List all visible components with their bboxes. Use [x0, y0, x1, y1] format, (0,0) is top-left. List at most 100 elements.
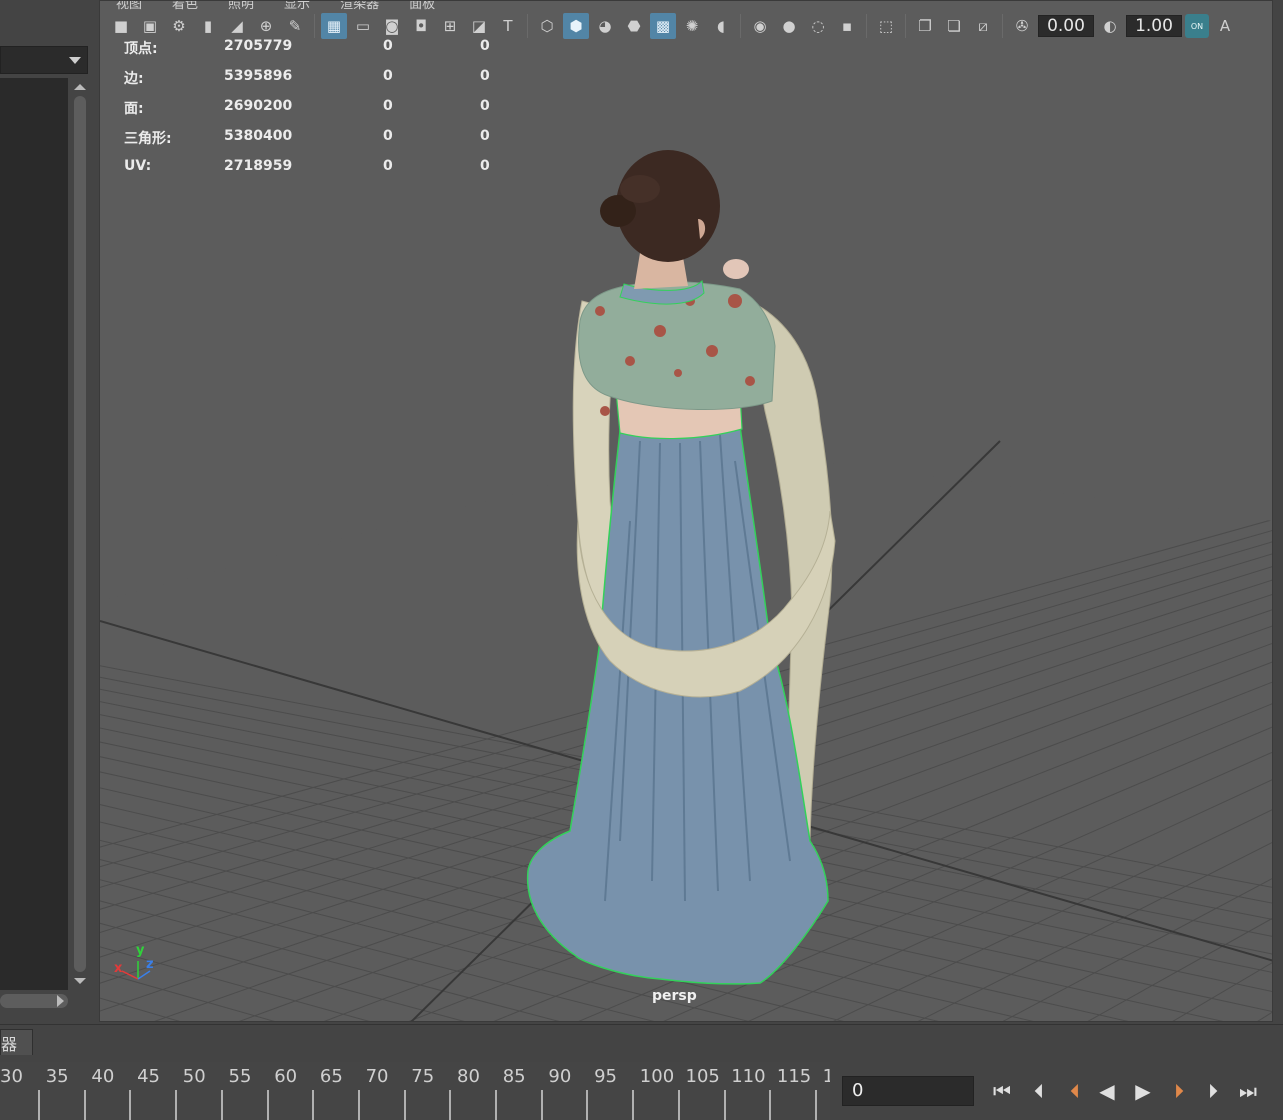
timeline-tick: [266, 1090, 269, 1120]
timeline-frame-label: 45: [137, 1066, 160, 1087]
step-forward-key-icon[interactable]: ⏵: [1164, 1076, 1194, 1106]
wireframe-on-shaded-icon[interactable]: ⬣: [621, 13, 647, 39]
hud-label: 顶点:: [124, 41, 158, 57]
left-dropdown[interactable]: [0, 46, 88, 74]
hud-value: 2705779: [224, 38, 293, 54]
scroll-down-arrow-icon[interactable]: [74, 978, 86, 984]
screen-space-ao-icon[interactable]: ◉: [747, 13, 773, 39]
xray-active-components-icon[interactable]: ❏: [941, 13, 967, 39]
time-slider[interactable]: 30 35 40 45 50 55 60 65 70 75 80 85 90 95 100 105 110 115…: [0, 1062, 863, 1120]
viewport-scene[interactable]: [100, 1, 1273, 1022]
hud-value: 0: [383, 38, 393, 54]
camera-label: persp: [652, 988, 697, 1004]
2d-pan-zoom-icon[interactable]: ⊕: [253, 13, 279, 39]
depth-of-field-icon[interactable]: ▪: [834, 13, 860, 39]
safe-title-icon[interactable]: T: [495, 13, 521, 39]
xray-joints-icon[interactable]: ⧄: [970, 13, 996, 39]
scroll-up-arrow-icon[interactable]: [74, 84, 86, 90]
timeline-tick: [175, 1090, 178, 1120]
timeline-frame-label: 90: [548, 1066, 572, 1087]
play-backwards-icon[interactable]: ◀: [1092, 1076, 1122, 1106]
hud-value: 0: [480, 98, 490, 114]
use-default-material-icon[interactable]: ◕: [592, 13, 618, 39]
image-plane-icon[interactable]: ◢: [224, 13, 250, 39]
timeline-frame-label: 65: [319, 1066, 343, 1087]
hair-bun-top: [620, 175, 660, 203]
timeline-tick: [83, 1090, 86, 1120]
vertical-scrollbar[interactable]: [72, 80, 88, 992]
anti-aliasing-icon[interactable]: ◌: [805, 13, 831, 39]
menu-show[interactable]: 显示: [284, 1, 310, 12]
timeline-tick: [357, 1090, 360, 1120]
step-forward-frame-icon[interactable]: ⏵: [1198, 1076, 1228, 1106]
step-back-key-icon[interactable]: ⏴: [1060, 1076, 1090, 1106]
toolbar-separator: [905, 14, 906, 38]
motion-blur-icon[interactable]: ●: [776, 13, 802, 39]
timeline-frame-label: 60: [274, 1066, 298, 1087]
xray-icon[interactable]: ❐: [912, 13, 938, 39]
gate-mask-icon[interactable]: ◘: [408, 13, 434, 39]
safe-action-icon[interactable]: ◪: [466, 13, 492, 39]
step-back-frame-icon[interactable]: ⏴: [1024, 1076, 1054, 1106]
timeline-tick: [814, 1090, 817, 1120]
menu-shading[interactable]: 着色: [172, 1, 198, 12]
hud-value: 0: [383, 128, 393, 144]
timeline-frame-label: 115: [776, 1066, 812, 1087]
viewport-persp[interactable]: 视图 着色 照明 显示 渲染器 面板 ■ ▣ ⚙ ▮ ◢ ⊕ ✎ ▦ ▭ ◙ ◘…: [99, 0, 1273, 1022]
hud-label: 三角形:: [124, 131, 172, 147]
shadows-icon[interactable]: ◖: [708, 13, 734, 39]
scrollbar-thumb[interactable]: [74, 96, 86, 972]
resolution-gate-icon[interactable]: ◙: [379, 13, 405, 39]
left-panel: [0, 0, 94, 1022]
gamma-icon[interactable]: ◐: [1097, 13, 1123, 39]
exposure-field[interactable]: 0.00: [1038, 15, 1094, 37]
timeline-frame-label: 75: [411, 1066, 435, 1087]
hud-value: 0: [480, 128, 490, 144]
gamma-field[interactable]: 1.00: [1126, 15, 1182, 37]
wireframe-icon[interactable]: ⬡: [534, 13, 560, 39]
timeline-tick: [312, 1090, 315, 1120]
film-gate-icon[interactable]: ▭: [350, 13, 376, 39]
menu-renderer[interactable]: 渲染器: [340, 1, 379, 12]
hud-value: 0: [383, 68, 393, 84]
lights-icon[interactable]: ✺: [679, 13, 705, 39]
camera-lock-icon[interactable]: ▣: [137, 13, 163, 39]
hud-value: 0: [383, 158, 393, 174]
timeline-tick: [769, 1090, 772, 1120]
current-frame-field[interactable]: 0: [842, 1076, 974, 1106]
hud-label: 边:: [124, 71, 144, 87]
chevron-down-icon: [69, 57, 81, 64]
timeline-frame-label: 50: [182, 1066, 206, 1087]
field-chart-icon[interactable]: ⊞: [437, 13, 463, 39]
play-forwards-icon[interactable]: ▶: [1128, 1076, 1158, 1106]
grease-pencil-icon[interactable]: ✎: [282, 13, 308, 39]
outliner-list[interactable]: [0, 78, 68, 990]
editor-tab[interactable]: 器: [0, 1029, 33, 1055]
menu-view[interactable]: 视图: [116, 1, 142, 12]
grid-icon[interactable]: ▦: [321, 13, 347, 39]
bookmark-icon[interactable]: ▮: [195, 13, 221, 39]
textured-icon[interactable]: ▩: [650, 13, 676, 39]
go-to-start-icon[interactable]: ⏮: [987, 1076, 1017, 1106]
color-management-toggle[interactable]: ON: [1185, 14, 1209, 38]
camera-select-icon[interactable]: ■: [108, 13, 134, 39]
timeline-frame-label: 55: [228, 1066, 252, 1087]
menu-lighting[interactable]: 照明: [228, 1, 254, 12]
exposure-icon[interactable]: ✇: [1009, 13, 1035, 39]
camera-attributes-icon[interactable]: ⚙: [166, 13, 192, 39]
timeline-frame-label: 95: [594, 1066, 617, 1087]
timeline-frame-label: 40: [91, 1066, 115, 1087]
skirt: [526, 424, 829, 985]
axis-label-x: x: [114, 961, 123, 976]
smooth-shade-icon[interactable]: ⬢: [563, 13, 589, 39]
toolbar-separator: [1002, 14, 1003, 38]
isolate-select-icon[interactable]: ⬚: [873, 13, 899, 39]
hud-value: 5395896: [224, 68, 293, 84]
menu-panels[interactable]: 面板: [409, 1, 435, 12]
timeline-frame-label: 80: [457, 1066, 480, 1087]
view-transform-label[interactable]: A: [1212, 13, 1238, 39]
go-to-end-icon[interactable]: ⏭: [1233, 1076, 1263, 1106]
scroll-right-arrow-icon[interactable]: [57, 995, 64, 1007]
timeline-frame-label: 70: [365, 1066, 389, 1087]
timeline-frame-label: 35: [45, 1066, 69, 1087]
